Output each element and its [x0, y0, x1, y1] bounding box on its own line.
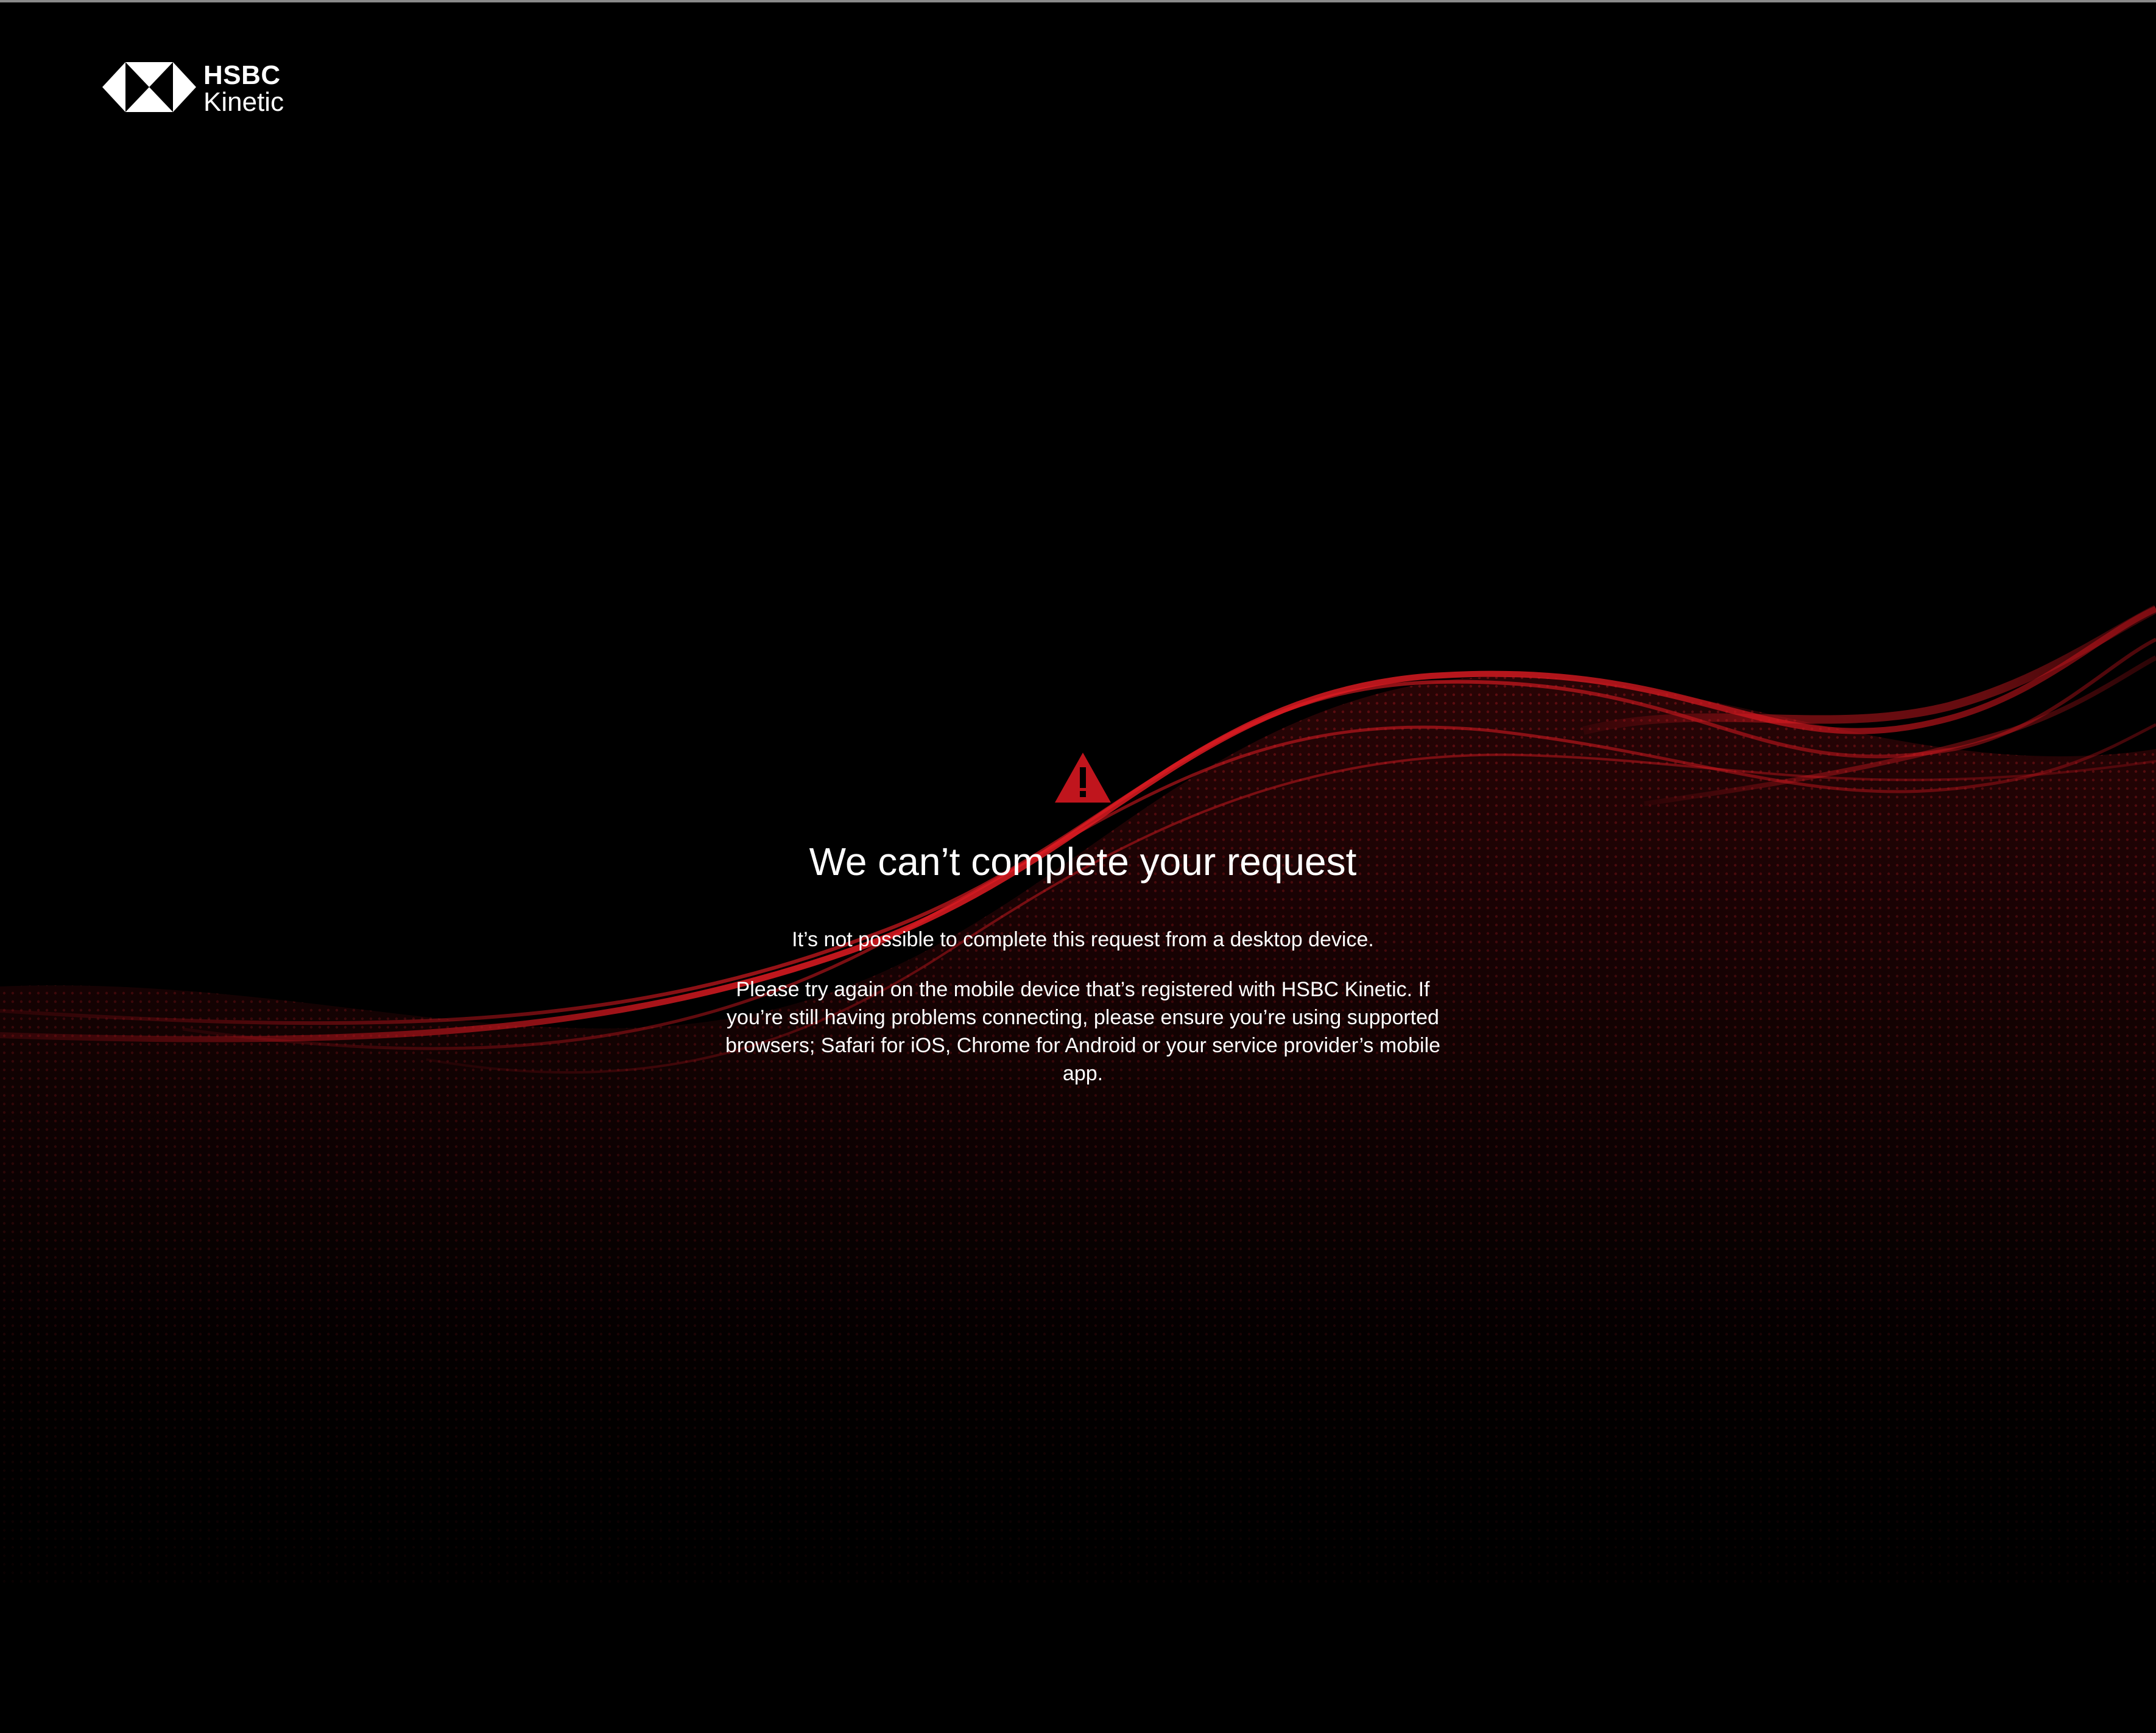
warning-icon	[1055, 753, 1111, 803]
hsbc-kinetic-logo[interactable]: HSBC Kinetic	[102, 60, 285, 117]
error-page: HSBC Kinetic We can’t complete your requ…	[0, 0, 2156, 1733]
error-message-panel: We can’t complete your request It’s not …	[652, 753, 1514, 1088]
logo-brand-text: HSBC	[203, 60, 281, 90]
error-title: We can’t complete your request	[809, 840, 1357, 884]
error-description: It’s not possible to complete this reque…	[792, 928, 1374, 951]
logo-product-text: Kinetic	[203, 87, 284, 117]
error-instructions: Please try again on the mobile device th…	[725, 978, 1441, 1085]
hsbc-hexagon-icon	[102, 62, 196, 112]
